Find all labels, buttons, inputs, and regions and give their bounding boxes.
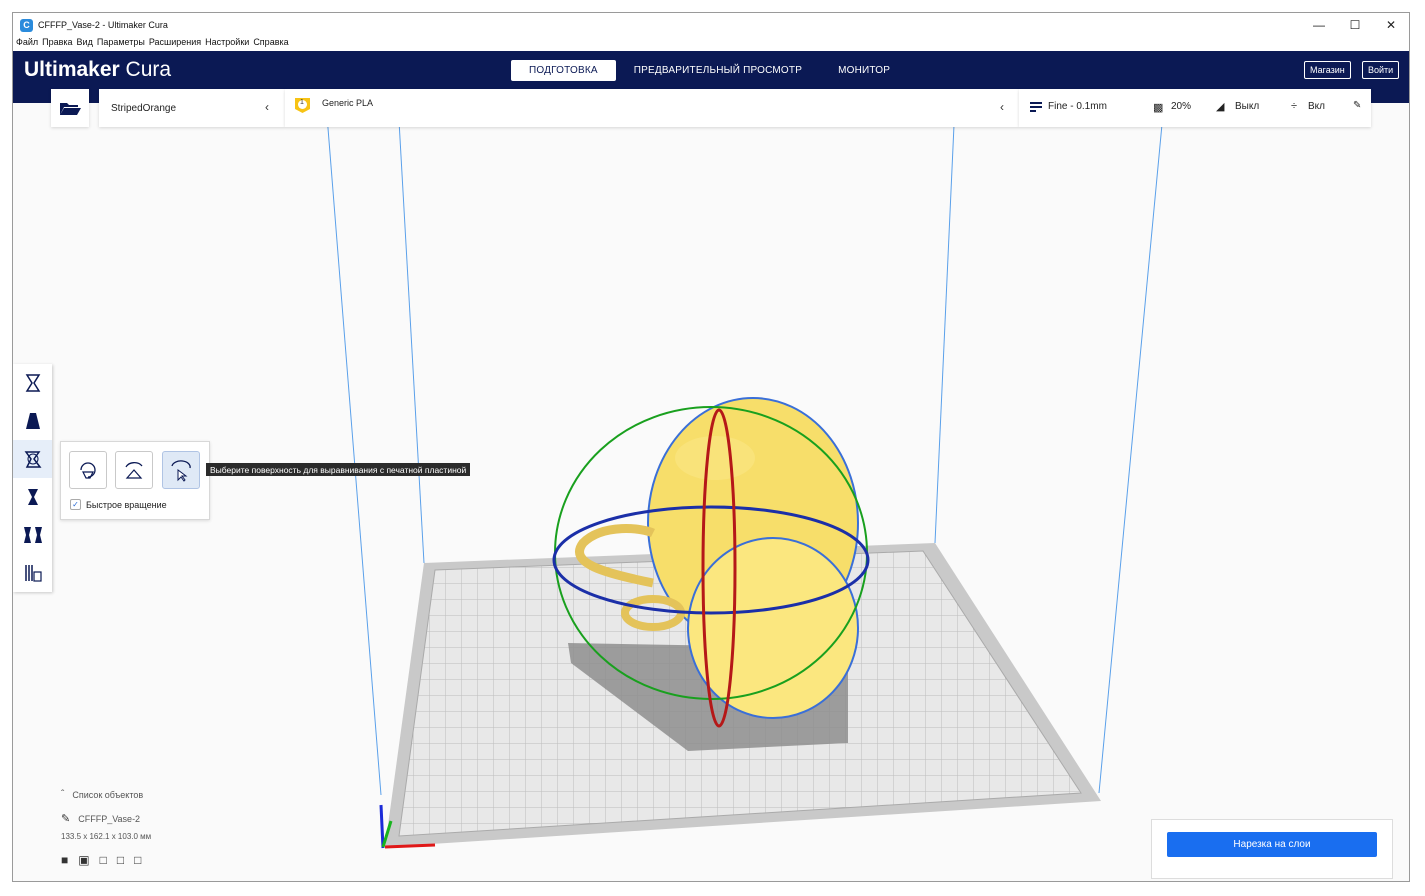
tab-preview[interactable]: ПРЕДВАРИТЕЛЬНЫЙ ПРОСМОТР <box>616 60 820 81</box>
model-base[interactable] <box>687 537 859 719</box>
menu-preferences[interactable]: Настройки <box>205 37 249 51</box>
profile-icon <box>1030 102 1042 112</box>
extruder-number: 1 <box>300 99 304 106</box>
lay-flat-icon <box>125 462 143 479</box>
menu-view[interactable]: Вид <box>77 37 93 51</box>
extruder-badge-icon: 1 <box>294 97 311 114</box>
material-name: Generic PLA <box>322 98 374 108</box>
support-blocker-tool[interactable] <box>13 554 52 592</box>
chevron-left-icon: ‹ <box>1000 100 1004 114</box>
object-row[interactable]: ✎ CFFFP_Vase-2 <box>61 812 151 825</box>
volume-edge-right <box>1098 103 1165 794</box>
adhesion-icon: ÷ <box>1291 100 1298 112</box>
select-face-to-align-button[interactable] <box>162 451 200 489</box>
menu-edit[interactable]: Правка <box>42 37 72 51</box>
menu-bar: Файл Правка Вид Параметры Расширения Нас… <box>13 37 1409 51</box>
axis-x <box>384 843 436 849</box>
per-model-settings-tool[interactable] <box>13 516 52 554</box>
checkmark-icon: ✓ <box>70 499 81 510</box>
tab-monitor[interactable]: МОНИТОР <box>820 60 908 81</box>
infill-label: 20% <box>1171 101 1192 112</box>
printer-selector[interactable]: StripedOrange ‹ <box>99 89 285 127</box>
pencil-icon[interactable]: ✎ <box>1353 100 1361 111</box>
view-left-icon[interactable]: □ <box>117 853 124 867</box>
mirror-icon <box>27 489 38 505</box>
axis-z <box>379 804 385 849</box>
pencil-icon: ✎ <box>61 813 71 825</box>
menu-extensions[interactable]: Расширения <box>149 37 201 51</box>
view-right-icon[interactable]: □ <box>134 853 141 867</box>
tool-panel <box>13 364 52 592</box>
print-settings-selector[interactable]: Fine - 0.1mm ▩ 20% ◢ Выкл ÷ Вкл ✎ <box>1019 89 1371 127</box>
slice-panel: Нарезка на слои <box>1151 819 1393 879</box>
ultimaker-cura-logo: Ultimaker Cura <box>24 58 172 81</box>
menu-help[interactable]: Справка <box>253 37 288 51</box>
rotate-icon <box>24 451 41 468</box>
reset-rotation-icon <box>80 462 96 479</box>
volume-edge-back-left <box>397 103 425 564</box>
folder-open-icon <box>60 103 81 115</box>
view-buttons: ■ ▣ □ □ □ <box>61 853 151 867</box>
chevron-up-icon: ˆ <box>61 789 65 800</box>
object-list-toggle[interactable]: ˆ Список объектов <box>61 789 151 800</box>
object-list: ˆ Список объектов ✎ CFFFP_Vase-2 133.5 x… <box>61 789 151 867</box>
slice-button[interactable]: Нарезка на слои <box>1167 832 1377 857</box>
maximize-button[interactable]: ☐ <box>1337 13 1373 37</box>
view-front-icon[interactable]: ▣ <box>78 853 89 867</box>
mirror-tool[interactable] <box>13 478 52 516</box>
model-top[interactable] <box>675 436 755 480</box>
open-file-button[interactable] <box>51 89 89 127</box>
support-blocker-icon <box>24 565 42 582</box>
viewport[interactable] <box>13 103 1409 881</box>
tooltip: Выберите поверхность для выравнивания с … <box>206 463 471 476</box>
printer-name: StripedOrange <box>111 102 177 114</box>
snap-rotation-label: Быстрое вращение <box>86 499 167 510</box>
title-bar: C CFFFP_Vase-2 - Ultimaker Cura — ☐ ✕ <box>13 13 1409 37</box>
volume-edge-left <box>325 103 382 796</box>
menu-file[interactable]: Файл <box>16 37 38 51</box>
menu-settings[interactable]: Параметры <box>97 37 145 51</box>
material-selector[interactable]: 1 Generic PLA ‹ <box>285 89 1019 127</box>
snap-rotation-checkbox[interactable]: ✓ Быстрое вращение <box>70 499 167 510</box>
support-label: Выкл <box>1235 101 1260 112</box>
object-dimensions: 133.5 x 162.1 x 103.0 мм <box>61 832 152 841</box>
minimize-button[interactable]: — <box>1301 13 1337 37</box>
reset-rotation-button[interactable] <box>69 451 107 489</box>
lay-flat-button[interactable] <box>115 451 153 489</box>
adhesion-label: Вкл <box>1308 101 1325 112</box>
volume-edge-back-right <box>934 103 956 544</box>
move-tool[interactable] <box>13 364 52 402</box>
view-3d-icon[interactable]: ■ <box>61 853 68 867</box>
align-face-icon <box>171 460 191 482</box>
object-list-header: Список объектов <box>72 789 144 800</box>
tab-prepare[interactable]: ПОДГОТОВКА <box>511 60 616 81</box>
rotate-options-panel: ✓ Быстрое вращение <box>60 441 210 520</box>
cura-app-icon: C <box>20 18 33 32</box>
close-button[interactable]: ✕ <box>1373 13 1409 37</box>
support-icon: ◢ <box>1216 101 1225 113</box>
stage-tabs: ПОДГОТОВКА ПРЕДВАРИТЕЛЬНЫЙ ПРОСМОТР МОНИ… <box>511 60 908 81</box>
chevron-left-icon: ‹ <box>265 100 269 114</box>
scale-icon <box>25 413 40 429</box>
signin-button[interactable]: Войти <box>1362 61 1400 79</box>
marketplace-button[interactable]: Магазин <box>1304 61 1351 79</box>
rotate-tool[interactable] <box>13 440 52 478</box>
move-icon <box>25 374 40 392</box>
app-window: C CFFFP_Vase-2 - Ultimaker Cura — ☐ ✕ Фа… <box>12 12 1410 882</box>
object-name: CFFFP_Vase-2 <box>78 813 141 824</box>
view-top-icon[interactable]: □ <box>100 853 107 867</box>
window-title: CFFFP_Vase-2 - Ultimaker Cura <box>38 20 168 30</box>
per-model-settings-icon <box>23 527 42 543</box>
scene-3d <box>325 103 1165 849</box>
infill-icon: ▩ <box>1153 102 1164 114</box>
profile-label: Fine - 0.1mm <box>1048 101 1107 112</box>
scale-tool[interactable] <box>13 402 52 440</box>
